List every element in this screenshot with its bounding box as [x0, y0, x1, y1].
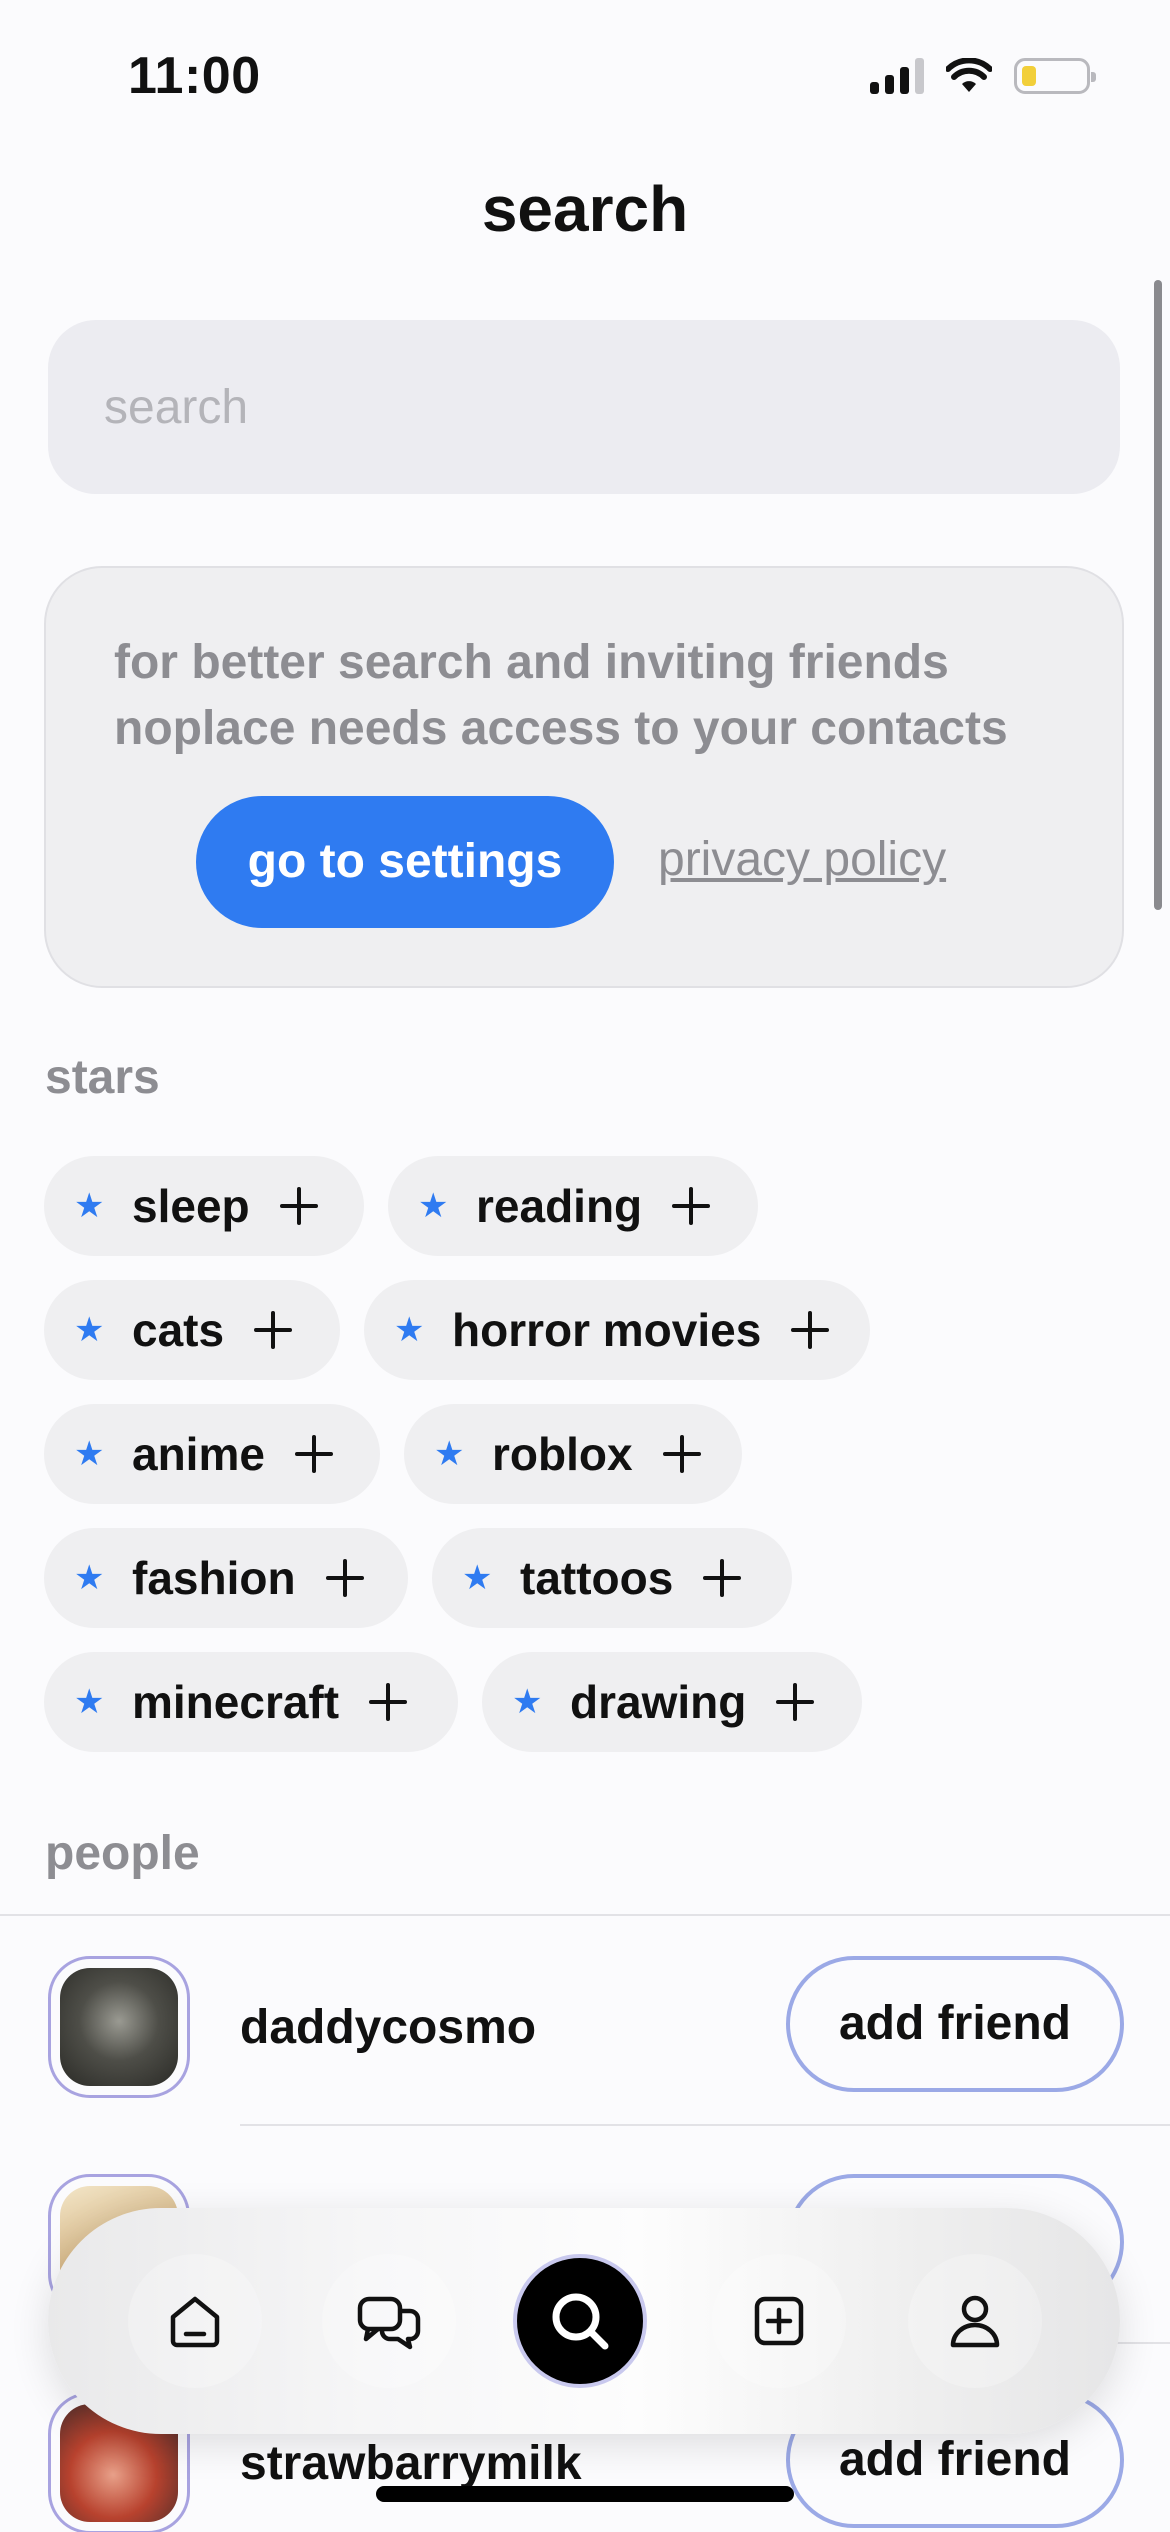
star-icon: ★ [74, 1435, 105, 1473]
star-chip-label: tattoos [520, 1552, 674, 1604]
tab-messages[interactable] [322, 2254, 456, 2388]
avatar[interactable] [48, 1956, 190, 2098]
plus-icon [325, 1559, 364, 1597]
search-icon [552, 2293, 609, 2350]
chat-icon [357, 2296, 421, 2350]
star-chip-fashion[interactable]: ★ fashion [44, 1528, 408, 1628]
plus-icon [791, 1311, 830, 1349]
plus-icon [369, 1683, 408, 1721]
tab-profile[interactable] [908, 2254, 1042, 2388]
star-icon: ★ [74, 1311, 105, 1349]
stars-section-label: stars [45, 1051, 160, 1104]
star-chip-label: reading [476, 1180, 643, 1232]
star-icon: ★ [74, 1683, 105, 1721]
page-title: search [481, 173, 689, 245]
status-time: 11:00 [128, 47, 261, 105]
plus-icon [279, 1187, 318, 1225]
star-icon: ★ [434, 1435, 465, 1473]
star-icon: ★ [394, 1311, 425, 1349]
star-chip-horror-movies[interactable]: ★ horror movies [364, 1280, 870, 1380]
star-chip-label: minecraft [132, 1676, 340, 1728]
avatar-image [60, 1968, 178, 2086]
star-chip-cats[interactable]: ★ cats [44, 1280, 340, 1380]
star-chip-sleep[interactable]: ★ sleep [44, 1156, 364, 1256]
star-chip-tattoos[interactable]: ★ tattoos [432, 1528, 792, 1628]
star-chip-label: roblox [492, 1428, 633, 1480]
plus-icon [662, 1435, 701, 1473]
star-chip-reading[interactable]: ★ reading [388, 1156, 758, 1256]
person-username[interactable]: daddycosmo [240, 2000, 536, 2055]
person-row[interactable]: daddycosmo add friend [0, 1916, 1170, 2130]
star-chip-anime[interactable]: ★ anime [44, 1404, 380, 1504]
search-input[interactable] [48, 320, 1120, 494]
add-friend-button[interactable]: add friend [786, 1956, 1124, 2092]
cellular-signal-icon [870, 58, 924, 94]
star-chip-label: fashion [132, 1552, 296, 1604]
plus-icon [672, 1187, 711, 1225]
star-chip-roblox[interactable]: ★ roblox [404, 1404, 742, 1504]
plus-icon [703, 1559, 742, 1597]
wifi-icon [946, 58, 992, 92]
star-icon: ★ [462, 1559, 493, 1597]
plus-icon [294, 1435, 333, 1473]
contacts-permission-card: for better search and inviting friends n… [44, 566, 1124, 988]
star-chip-label: anime [132, 1428, 265, 1480]
star-chip-minecraft[interactable]: ★ minecraft [44, 1652, 458, 1752]
people-section-label: people [45, 1827, 200, 1880]
privacy-policy-link[interactable]: privacy policy [658, 832, 946, 887]
person-username[interactable]: strawbarrymilk [240, 2436, 582, 2491]
tab-create[interactable] [712, 2254, 846, 2388]
plus-icon [254, 1311, 293, 1349]
status-icons [870, 58, 1096, 94]
battery-icon [1014, 58, 1096, 94]
star-chip-label: sleep [132, 1180, 250, 1232]
profile-icon [950, 2295, 1000, 2348]
star-chip-label: cats [132, 1304, 225, 1356]
row-divider [240, 2124, 1170, 2126]
add-post-icon [754, 2296, 804, 2346]
tab-home[interactable] [128, 2254, 262, 2388]
star-icon: ★ [74, 1559, 105, 1597]
plus-icon [776, 1683, 815, 1721]
star-icon: ★ [512, 1683, 543, 1721]
home-indicator[interactable] [376, 2486, 794, 2502]
go-to-settings-button[interactable]: go to settings [196, 796, 614, 928]
star-chip-drawing[interactable]: ★ drawing [482, 1652, 862, 1752]
tab-search[interactable] [513, 2254, 647, 2388]
scrollbar[interactable] [1154, 280, 1162, 910]
contacts-permission-message: for better search and inviting friends n… [114, 636, 1008, 755]
star-icon: ★ [74, 1187, 105, 1225]
home-icon [170, 2296, 220, 2348]
star-chip-label: drawing [570, 1676, 747, 1728]
star-icon: ★ [418, 1187, 449, 1225]
star-chip-label: horror movies [452, 1304, 762, 1356]
tab-bar [48, 2208, 1120, 2434]
